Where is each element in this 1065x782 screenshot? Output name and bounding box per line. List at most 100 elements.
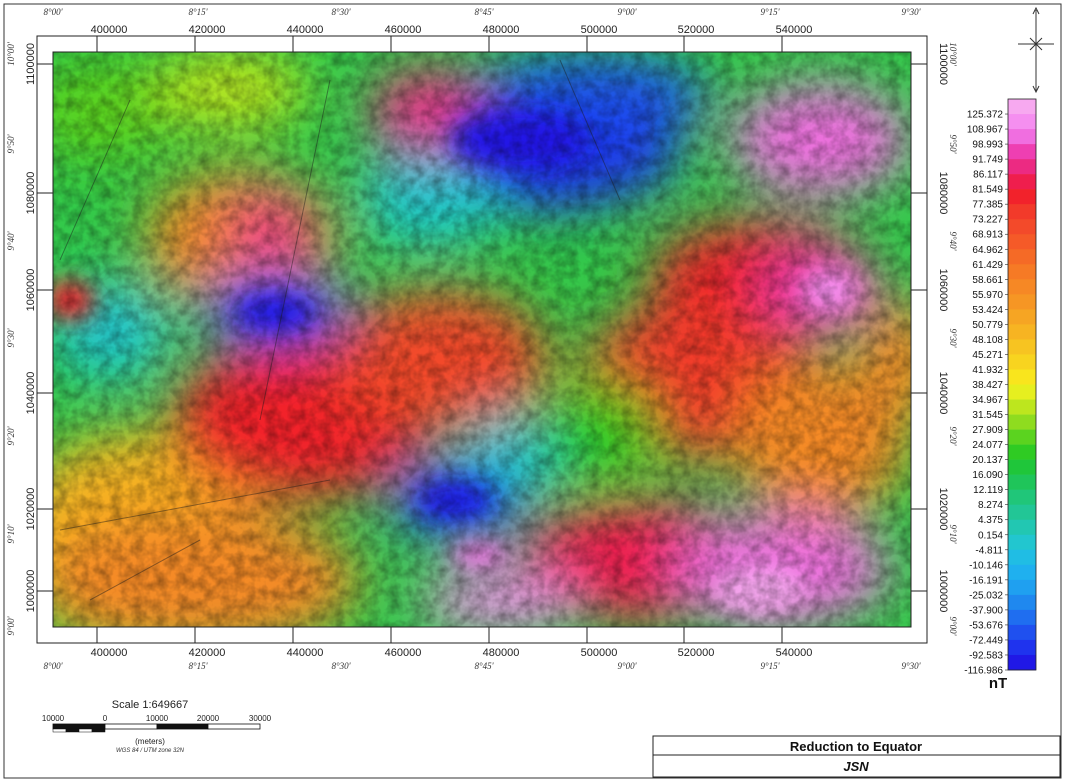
scale-tick-label: 10000 bbox=[146, 714, 169, 723]
legend-value: 48.108 bbox=[972, 335, 1003, 346]
map-sheet: 400000 400000 420000 420000 440000 440000 4600… bbox=[0, 0, 1065, 782]
legend-value: 27.909 bbox=[972, 425, 1003, 436]
y-tick-right: 1000000 bbox=[937, 570, 949, 613]
latitude-label-left: 9°10' bbox=[6, 523, 16, 543]
scale-title: Scale 1:649667 bbox=[112, 699, 188, 711]
legend-swatch bbox=[1008, 234, 1036, 250]
legend-value: 125.372 bbox=[967, 110, 1004, 121]
scale-tick-label: 20000 bbox=[197, 714, 220, 723]
legend-value: 24.077 bbox=[972, 440, 1003, 451]
latitude-label-right: 9°00' bbox=[948, 616, 958, 636]
legend-swatch bbox=[1008, 579, 1036, 596]
legend-swatch bbox=[1008, 504, 1036, 521]
legend-swatch bbox=[1008, 594, 1036, 611]
scale-segment bbox=[52, 723, 106, 730]
legend-swatch bbox=[1008, 129, 1036, 145]
scale-segment bbox=[156, 723, 209, 730]
legend-swatch bbox=[1008, 249, 1036, 265]
legend-value: 77.385 bbox=[972, 200, 1003, 211]
longitude-label-top: 9°15' bbox=[760, 7, 780, 17]
scale-tick-label: 30000 bbox=[249, 714, 272, 723]
longitude-label-top: 9°30' bbox=[901, 7, 921, 17]
latitude-label-left: 9°30' bbox=[6, 327, 16, 347]
legend-swatch bbox=[1008, 564, 1036, 581]
longitude-label-bottom: 9°15' bbox=[760, 661, 780, 671]
scale-tick-label: 10000 bbox=[42, 714, 65, 723]
legend-swatch bbox=[1008, 144, 1036, 160]
x-tick-bottom: 400000 bbox=[91, 647, 128, 659]
longitude-label-top: 8°30' bbox=[331, 7, 351, 17]
y-tick-left: 1100000 bbox=[25, 43, 37, 85]
map-title: Reduction to Equator bbox=[790, 739, 922, 754]
longitude-label-bottom: 8°30' bbox=[331, 661, 351, 671]
legend-swatch bbox=[1008, 159, 1036, 175]
y-tick-left: 1080000 bbox=[25, 172, 37, 215]
latitude-label-right: 9°20' bbox=[948, 426, 958, 446]
x-tick-top: 480000 bbox=[483, 24, 520, 36]
legend-value: 20.137 bbox=[972, 455, 1003, 466]
legend-value: 91.749 bbox=[972, 155, 1003, 166]
y-tick-left: 1040000 bbox=[25, 372, 37, 415]
x-tick-top: 460000 bbox=[385, 24, 422, 36]
legend-value: 64.962 bbox=[972, 245, 1003, 256]
scale-segment bbox=[104, 723, 158, 730]
legend-value: 55.970 bbox=[972, 290, 1003, 301]
longitude-label-top: 8°00' bbox=[43, 7, 63, 17]
y-tick-right: 1020000 bbox=[937, 488, 949, 531]
legend-swatch bbox=[1008, 354, 1036, 370]
latitude-label-right: 9°30' bbox=[948, 328, 958, 348]
latitude-label-right: 9°40' bbox=[948, 231, 958, 251]
scale-tick-label: 0 bbox=[103, 714, 108, 723]
legend-swatch bbox=[1008, 519, 1036, 536]
x-tick-top: 520000 bbox=[678, 24, 715, 36]
x-tick-bottom: 440000 bbox=[287, 647, 324, 659]
legend-swatch bbox=[1008, 264, 1036, 280]
legend-swatch bbox=[1008, 489, 1036, 506]
longitude-label-top: 8°45' bbox=[474, 7, 494, 17]
legend-swatch bbox=[1008, 369, 1036, 385]
x-tick-bottom: 500000 bbox=[581, 647, 618, 659]
x-tick-bottom: 520000 bbox=[678, 647, 715, 659]
legend-value: 41.932 bbox=[972, 365, 1003, 376]
legend-value: 0.154 bbox=[978, 530, 1003, 541]
legend-value: -92.583 bbox=[969, 650, 1003, 661]
north-arrow-icon bbox=[1018, 6, 1054, 94]
legend-unit-label: nT bbox=[989, 675, 1007, 692]
legend-swatch bbox=[1008, 399, 1036, 415]
legend-swatch bbox=[1008, 549, 1036, 566]
legend-value: 38.427 bbox=[972, 380, 1003, 391]
x-tick-bottom: 460000 bbox=[385, 647, 422, 659]
longitude-label-top: 8°15' bbox=[188, 7, 208, 17]
y-tick-right: 1080000 bbox=[937, 172, 949, 215]
longitude-label-bottom: 8°45' bbox=[474, 661, 494, 671]
legend-swatch bbox=[1008, 114, 1036, 130]
legend-swatch bbox=[1008, 654, 1036, 671]
legend-value: 108.967 bbox=[967, 125, 1004, 136]
x-tick-top: 440000 bbox=[287, 24, 324, 36]
legend-value: -10.146 bbox=[969, 560, 1003, 571]
legend-swatch bbox=[1008, 279, 1036, 295]
x-tick-top: 540000 bbox=[776, 24, 813, 36]
legend-swatch bbox=[1008, 429, 1036, 445]
legend-value: 31.545 bbox=[972, 410, 1003, 421]
latitude-label-right: 10°00' bbox=[948, 42, 958, 67]
legend-value: 4.375 bbox=[978, 515, 1003, 526]
legend-swatch bbox=[1008, 309, 1036, 325]
longitude-label-bottom: 8°00' bbox=[43, 661, 63, 671]
legend-swatch bbox=[1008, 99, 1036, 115]
longitude-label-bottom: 9°30' bbox=[901, 661, 921, 671]
legend-swatch bbox=[1008, 414, 1036, 430]
legend-value: 12.119 bbox=[973, 485, 1003, 496]
latitude-label-left: 9°20' bbox=[6, 425, 16, 445]
x-tick-top: 500000 bbox=[581, 24, 618, 36]
scale-bar: Scale 1:649667 10000 0 10000 20000 30000 (me… bbox=[42, 699, 272, 754]
y-tick-left: 1020000 bbox=[25, 488, 37, 531]
x-tick-top: 420000 bbox=[189, 24, 226, 36]
legend-value: 61.429 bbox=[972, 260, 1003, 271]
x-tick-bottom: 540000 bbox=[776, 647, 813, 659]
legend-value: -25.032 bbox=[969, 590, 1003, 601]
magnetic-anomaly-map bbox=[53, 52, 911, 627]
y-tick-right: 1060000 bbox=[937, 269, 949, 312]
latitude-label-left: 9°00' bbox=[6, 615, 16, 635]
legend-swatch bbox=[1008, 294, 1036, 310]
